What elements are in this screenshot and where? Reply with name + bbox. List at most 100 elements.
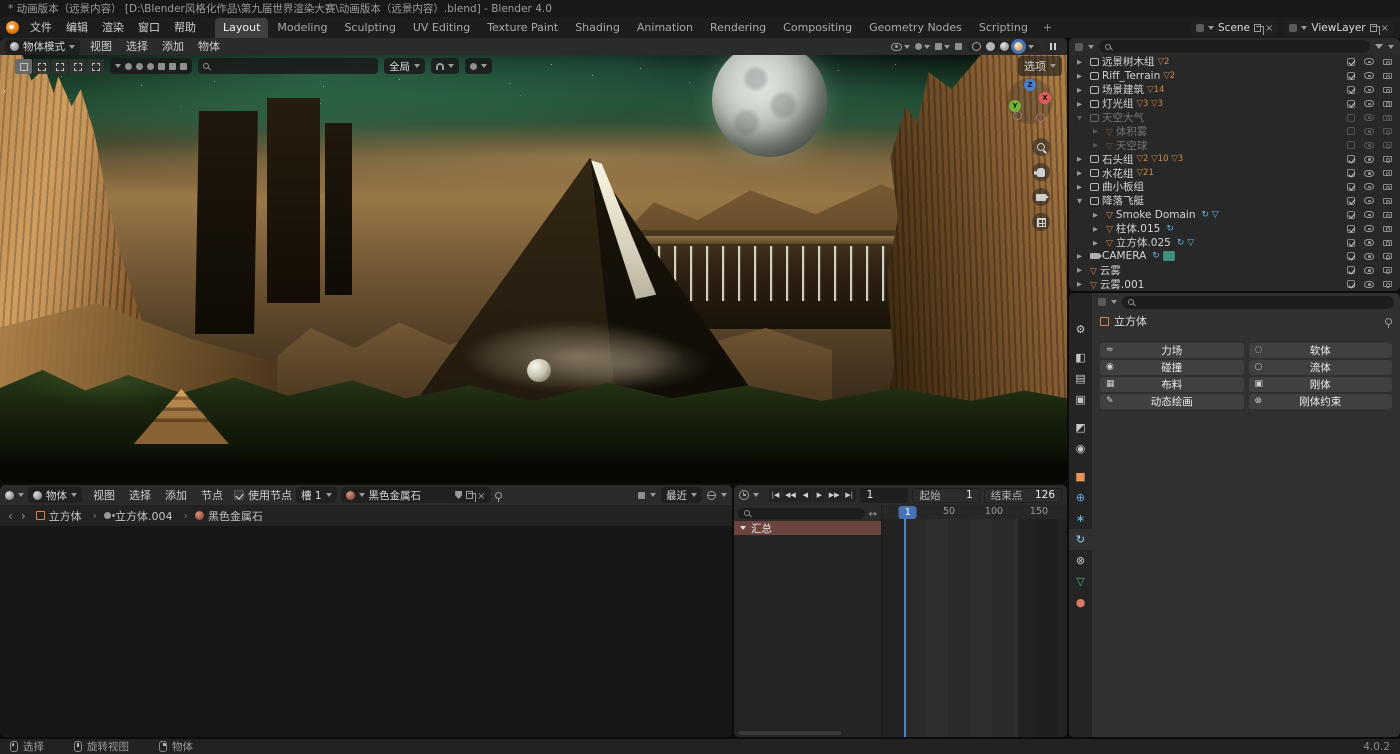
viewport-menu-item[interactable]: 选择: [119, 38, 155, 55]
select-mode-pill[interactable]: [110, 58, 192, 74]
disable-render-camera-icon[interactable]: [1383, 101, 1392, 107]
workspace-tab[interactable]: Compositing: [775, 18, 860, 38]
axis-negative-handle[interactable]: [1013, 111, 1022, 120]
breadcrumb-item[interactable]: 立方体.004: [104, 508, 195, 524]
physics-button[interactable]: ✎ 动态绘画: [1100, 394, 1244, 409]
menu-item[interactable]: 渲染: [95, 19, 131, 36]
exclude-checkbox[interactable]: [1347, 252, 1355, 260]
shader-editor[interactable]: 物体 视图选择添加节点 使用节点 槽 1 黑色金属石: [0, 485, 732, 737]
workspace-tab[interactable]: Geometry Nodes: [861, 18, 970, 38]
item-label[interactable]: 体积雾: [1116, 124, 1148, 139]
use-nodes-checkbox[interactable]: [234, 490, 244, 500]
hide-viewport-eye-icon[interactable]: [1364, 156, 1374, 163]
properties-tab[interactable]: ▽: [1069, 571, 1092, 592]
show-gizmo-icon[interactable]: [915, 43, 930, 50]
viewport-menu-item[interactable]: 视图: [83, 38, 119, 55]
swap-arrows-icon[interactable]: [869, 507, 877, 520]
expand-arrow-icon[interactable]: ▶: [1093, 141, 1103, 149]
workspace-tab[interactable]: Animation: [629, 18, 701, 38]
menu-item[interactable]: 编辑: [59, 19, 95, 36]
menu-item[interactable]: 窗口: [131, 19, 167, 36]
physics-button[interactable]: ◉ 碰撞: [1100, 360, 1244, 375]
properties-tab[interactable]: ↻: [1069, 529, 1092, 550]
physics-button[interactable]: ⊗ 刚体约束: [1249, 394, 1393, 409]
hide-viewport-eye-icon[interactable]: [1364, 170, 1374, 177]
outliner-row[interactable]: ▶ Smoke Domain ↻ ▽: [1069, 208, 1400, 222]
hide-viewport-eye-icon[interactable]: [1364, 100, 1374, 107]
new-scene-icon[interactable]: [1254, 24, 1261, 32]
workspace-tab[interactable]: UV Editing: [405, 18, 478, 38]
item-label[interactable]: 天空球: [1116, 138, 1148, 153]
outliner-row[interactable]: ▼ 降落飞艇: [1069, 194, 1400, 208]
disable-render-camera-icon[interactable]: [1383, 170, 1392, 176]
properties-tab[interactable]: ◩: [1069, 417, 1092, 438]
select-lasso-tool-button[interactable]: [69, 59, 86, 74]
pause-button[interactable]: [1044, 40, 1062, 54]
exclude-checkbox[interactable]: [1347, 155, 1355, 163]
outliner-search-field[interactable]: [1099, 40, 1370, 53]
hide-viewport-eye-icon[interactable]: [1364, 239, 1374, 246]
object-visibility-icon[interactable]: [891, 43, 910, 51]
disable-render-camera-icon[interactable]: [1383, 59, 1392, 65]
physics-button[interactable]: ▦ 布料: [1100, 377, 1244, 392]
hide-viewport-eye-icon[interactable]: [1364, 183, 1374, 190]
menu-item[interactable]: 文件: [23, 19, 59, 36]
mode-square-icon[interactable]: [158, 63, 165, 70]
hide-viewport-eye-icon[interactable]: [1364, 86, 1374, 93]
workspace-tab[interactable]: Rendering: [702, 18, 774, 38]
camera-view-button[interactable]: [1032, 188, 1050, 206]
show-overlays-icon[interactable]: [935, 43, 950, 50]
unlink-scene-icon[interactable]: [1265, 21, 1273, 34]
expand-arrow-icon[interactable]: ▶: [1077, 266, 1087, 274]
disable-render-camera-icon[interactable]: [1383, 73, 1392, 79]
disable-render-camera-icon[interactable]: [1383, 226, 1392, 232]
material-selector[interactable]: 黑色金属石: [341, 487, 491, 503]
hide-viewport-eye-icon[interactable]: [1364, 128, 1374, 135]
exclude-checkbox[interactable]: [1347, 141, 1355, 149]
slot-selector[interactable]: 槽 1: [296, 487, 337, 503]
item-label[interactable]: Smoke Domain: [1116, 209, 1196, 221]
exclude-checkbox[interactable]: [1347, 100, 1355, 108]
workspace-tab[interactable]: Shading: [567, 18, 628, 38]
exclude-checkbox[interactable]: [1347, 169, 1355, 177]
exclude-checkbox[interactable]: [1347, 266, 1355, 274]
exclude-checkbox[interactable]: [1347, 280, 1355, 288]
item-label[interactable]: 石头组: [1102, 152, 1134, 167]
item-label[interactable]: 场景建筑: [1102, 82, 1144, 97]
hide-viewport-eye-icon[interactable]: [1364, 197, 1374, 204]
pin-icon[interactable]: [495, 492, 502, 499]
shader-type-selector[interactable]: 物体: [28, 487, 82, 503]
hide-viewport-eye-icon[interactable]: [1364, 72, 1374, 79]
viewport-search-field[interactable]: [198, 58, 378, 74]
disable-render-camera-icon[interactable]: [1383, 128, 1392, 134]
pin-icon[interactable]: [1385, 318, 1392, 325]
properties-tab[interactable]: ▤: [1069, 368, 1092, 389]
expand-arrow-icon[interactable]: ▼: [1077, 114, 1087, 122]
ortho-toggle-button[interactable]: [1032, 213, 1050, 231]
mode-dot-icon[interactable]: [136, 63, 143, 70]
expand-arrow-icon[interactable]: ▼: [1077, 197, 1087, 205]
cursor-tool-button[interactable]: [87, 59, 104, 74]
axis-negative-handle[interactable]: [1036, 113, 1045, 122]
workspace-tab[interactable]: Sculpting: [336, 18, 403, 38]
outliner-row[interactable]: ▶ 水花组 ▽21: [1069, 166, 1400, 180]
remove-viewlayer-icon[interactable]: [1381, 21, 1389, 34]
properties-tab[interactable]: ◉: [1069, 438, 1092, 459]
disable-render-camera-icon[interactable]: [1383, 87, 1392, 93]
overlay-toggle-icon[interactable]: [638, 492, 645, 499]
snapping-pill[interactable]: [431, 58, 459, 74]
channel-search-field[interactable]: [738, 508, 865, 519]
filter-icon[interactable]: [1375, 44, 1383, 49]
axis-z-handle[interactable]: Z: [1024, 79, 1036, 91]
exclude-checkbox[interactable]: [1347, 211, 1355, 219]
hide-viewport-eye-icon[interactable]: [1364, 253, 1374, 260]
disable-render-camera-icon[interactable]: [1383, 198, 1392, 204]
shading-wireframe-icon[interactable]: [972, 42, 981, 51]
outliner-row[interactable]: ▶ 曲小板组: [1069, 180, 1400, 194]
playback-button[interactable]: ◀◀: [783, 488, 798, 502]
properties-tab[interactable]: ■: [1069, 466, 1092, 487]
hide-viewport-eye-icon[interactable]: [1364, 225, 1374, 232]
timeline-editor[interactable]: |◀◀◀◀▶▶▶▶| 1 起始 1 结束点 126 50100150 1: [734, 485, 1067, 737]
shader-menu-item[interactable]: 选择: [122, 487, 158, 504]
axis-y-handle[interactable]: Y: [1009, 100, 1021, 112]
